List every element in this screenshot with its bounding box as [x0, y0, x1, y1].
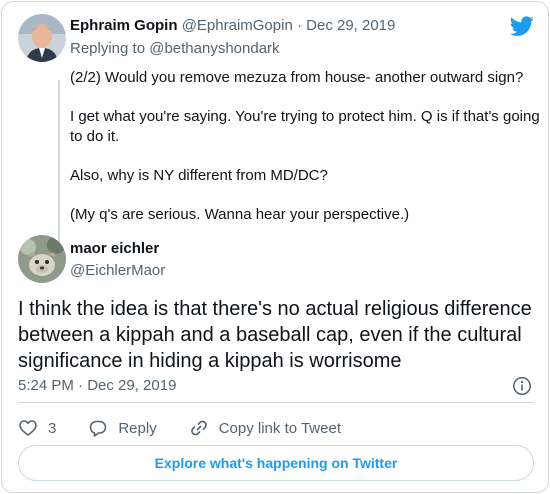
replying-prefix: Replying to: [70, 40, 146, 57]
main-avatar[interactable]: [18, 235, 66, 283]
main-author-name[interactable]: maor eichler: [70, 240, 159, 257]
reply-button[interactable]: Reply: [88, 418, 157, 438]
tweet-actions: 3 Reply Copy link to Tweet: [18, 416, 373, 440]
parent-paragraph: Also, why is NY different from MD/DC?: [70, 167, 328, 184]
tweet-embed-card: Ephraim Gopin @EphraimGopin · Dec 29, 20…: [1, 1, 549, 493]
header-separator: ·: [296, 17, 302, 34]
parent-avatar[interactable]: [18, 14, 66, 62]
replying-to-line: Replying to @bethanyshondark: [70, 40, 280, 57]
divider: [18, 402, 534, 403]
parent-paragraph: (My q's are serious. Wanna hear your per…: [70, 206, 410, 223]
parent-paragraph: I get what you're saying. You're trying …: [70, 108, 540, 145]
twitter-bird-icon[interactable]: [509, 14, 534, 38]
link-icon: [190, 420, 207, 436]
copy-link-button[interactable]: Copy link to Tweet: [189, 418, 341, 438]
parent-tweet[interactable]: Ephraim Gopin @EphraimGopin · Dec 29, 20…: [18, 14, 540, 244]
heart-icon: [19, 420, 37, 436]
parent-paragraph: (2/2) Would you remove mezuza from house…: [70, 69, 524, 86]
tweet-timestamp[interactable]: 5:24 PM · Dec 29, 2019: [18, 377, 176, 394]
replying-to-mention[interactable]: @bethanyshondark: [149, 40, 279, 57]
explore-button[interactable]: Explore what's happening on Twitter: [18, 445, 534, 481]
like-count: 3: [48, 419, 57, 437]
thread-connector: [58, 80, 60, 244]
reply-label: Reply: [118, 419, 157, 437]
parent-tweet-text: (2/2) Would you remove mezuza from house…: [70, 68, 540, 244]
main-tweet-text: I think the idea is that there's no actu…: [18, 298, 532, 372]
main-author-handle[interactable]: @EichlerMaor: [70, 262, 165, 279]
copy-link-label: Copy link to Tweet: [218, 419, 341, 437]
parent-author-name[interactable]: Ephraim Gopin: [70, 17, 178, 34]
parent-header: Ephraim Gopin @EphraimGopin · Dec 29, 20…: [70, 17, 395, 34]
parent-author-handle[interactable]: @EphraimGopin: [182, 17, 293, 34]
parent-date[interactable]: Dec 29, 2019: [306, 17, 395, 34]
like-button[interactable]: 3: [18, 418, 56, 438]
reply-icon: [90, 420, 107, 437]
info-icon[interactable]: [512, 376, 532, 396]
